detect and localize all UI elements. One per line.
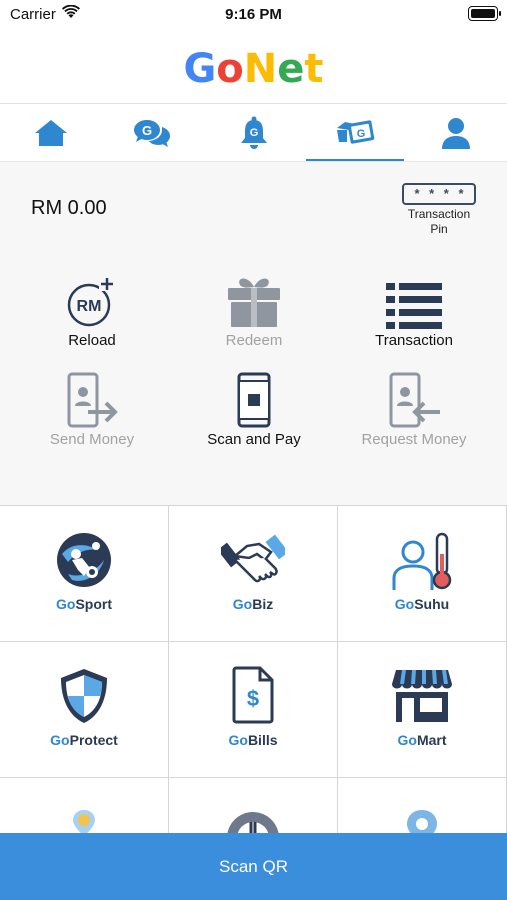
app-header: GoNet — [0, 32, 507, 104]
profile-icon — [442, 117, 471, 149]
svg-text:RM: RM — [77, 298, 102, 315]
thermometer-person-icon — [392, 532, 452, 590]
logo-letter: G — [183, 46, 217, 92]
location-pin-icon — [407, 810, 437, 835]
transaction-label: Transaction — [375, 332, 453, 349]
reload-button[interactable]: RM Reload — [12, 271, 172, 349]
wallet-panel: RM 0.00 * * * * Transaction Pin RM Reloa… — [0, 163, 507, 505]
gift-icon — [228, 278, 280, 327]
svg-text:G: G — [142, 123, 152, 138]
redeem-label: Redeem — [225, 332, 283, 349]
service-tile-parking[interactable] — [0, 778, 169, 835]
scan-and-pay-button[interactable]: Scan and Pay — [174, 370, 334, 448]
wallet-icon: G — [336, 119, 375, 144]
svg-text:$: $ — [247, 686, 259, 711]
gobiz-label: GoBiz — [232, 596, 274, 612]
service-tile-gomart[interactable]: GoMart — [338, 642, 507, 778]
plate-icon — [227, 812, 279, 835]
gonet-logo: GoNet — [0, 46, 507, 92]
service-tile-location[interactable] — [338, 778, 507, 835]
logo-letter: o — [216, 46, 244, 92]
phone-scan-icon — [237, 372, 271, 428]
service-tile-food[interactable] — [169, 778, 338, 835]
tab-profile[interactable] — [406, 104, 507, 161]
service-tile-gobiz[interactable]: GoBiz — [169, 506, 338, 642]
gomart-label: GoMart — [397, 732, 447, 748]
scan-and-pay-label: Scan and Pay — [207, 431, 301, 448]
gosuhu-label: GoSuhu — [394, 596, 450, 612]
service-tile-gobills[interactable]: $ GoBills — [169, 642, 338, 778]
pin-label-line1: Transaction — [407, 207, 471, 221]
transaction-button[interactable]: Transaction — [334, 271, 494, 349]
bell-icon: G — [240, 116, 267, 149]
redeem-button[interactable]: Redeem — [174, 271, 334, 349]
send-money-icon — [67, 372, 118, 428]
svg-text:G: G — [357, 128, 366, 140]
reload-label: Reload — [68, 332, 116, 349]
logo-letter: N — [243, 46, 278, 92]
tab-chat[interactable]: G — [101, 104, 202, 161]
services-grid: GoSport GoBiz GoSuhu GoProtect $ GoBills… — [0, 505, 507, 835]
request-money-icon — [389, 372, 440, 428]
send-money-button[interactable]: Send Money — [12, 370, 172, 448]
chat-icon: G — [134, 119, 171, 147]
battery-icon — [468, 6, 501, 21]
pin-mask: * * * * — [402, 183, 476, 205]
logo-letter: t — [304, 46, 324, 92]
service-tile-goprotect[interactable]: GoProtect — [0, 642, 169, 778]
pin-label-line2: Pin — [430, 222, 448, 236]
bill-icon: $ — [232, 666, 274, 724]
clock: 9:16 PM — [225, 6, 282, 23]
svg-text:G: G — [249, 127, 258, 139]
home-icon — [34, 119, 67, 146]
handshake-icon — [221, 534, 285, 583]
tab-home[interactable] — [0, 104, 101, 161]
service-tile-gosuhu[interactable]: GoSuhu — [338, 506, 507, 642]
send-money-label: Send Money — [49, 431, 135, 448]
logo-letter: e — [277, 46, 305, 92]
wallet-balance: RM 0.00 — [31, 197, 107, 219]
service-tile-gosport[interactable]: GoSport — [0, 506, 169, 642]
list-icon — [386, 283, 442, 329]
request-money-button[interactable]: Request Money — [334, 370, 494, 448]
goprotect-label: GoProtect — [50, 732, 118, 748]
top-tab-bar: G G G — [0, 104, 507, 162]
storefront-icon — [392, 669, 452, 722]
tab-wallet[interactable]: G — [304, 104, 405, 161]
sport-globe-icon — [57, 533, 111, 587]
reload-icon: RM — [67, 277, 115, 327]
gosport-label: GoSport — [55, 596, 112, 612]
transaction-pin-button[interactable]: * * * * Transaction Pin — [396, 183, 482, 235]
parking-pin-icon — [73, 810, 95, 835]
status-bar: Carrier 9:16 PM — [0, 0, 507, 32]
tab-notifications[interactable]: G — [203, 104, 304, 161]
gobills-label: GoBills — [228, 732, 278, 748]
shield-icon — [61, 669, 107, 723]
request-money-label: Request Money — [361, 431, 467, 448]
scan-qr-button[interactable]: Scan QR — [0, 833, 507, 900]
